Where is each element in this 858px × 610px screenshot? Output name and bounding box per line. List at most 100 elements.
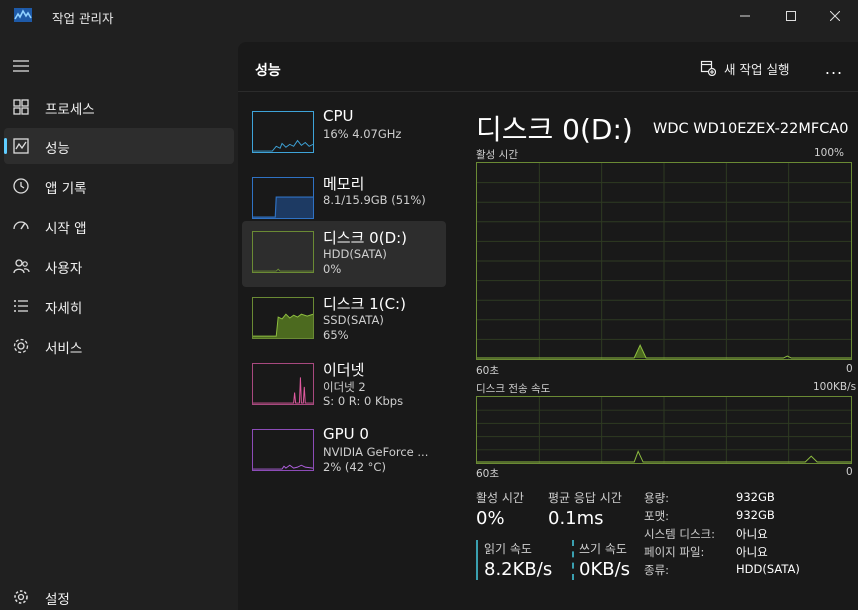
sidebar-item-users[interactable]: 사용자	[4, 248, 234, 284]
device-title: 디스크 0(D:)	[476, 113, 633, 146]
sidebar-item-label: 앱 기록	[45, 181, 87, 197]
device-name: GPU 0	[323, 425, 369, 443]
device-detail: NVIDIA GeForce ...	[323, 445, 429, 459]
graph2-label: 디스크 전송 속도	[476, 383, 551, 395]
settings-gear-icon	[14, 590, 28, 604]
device-throughput: S: 0 R: 0 Kbps	[323, 394, 404, 408]
performance-panel: 성능 새 작업 실행 ... CPU 16% 4.07GHz 메모리 8.1/1…	[238, 42, 858, 610]
property-value: HDD(SATA)	[736, 562, 800, 576]
minimize-icon	[740, 15, 750, 17]
avg-response-label: 평균 응답 시간	[548, 491, 622, 505]
hamburger-menu-icon[interactable]	[12, 58, 30, 74]
device-item-gpu[interactable]: GPU 0 NVIDIA GeForce ... 2% (42 °C)	[242, 419, 446, 485]
gpu-mini-graph	[252, 429, 314, 471]
sidebar-item-processes[interactable]: 프로세스	[4, 89, 234, 125]
property-key: 용량:	[644, 491, 670, 505]
disk-1-mini-graph	[252, 297, 314, 339]
graph2-time-right: 0	[846, 466, 853, 478]
app-history-icon	[13, 178, 29, 194]
maximize-button[interactable]	[768, 0, 814, 32]
device-name: 디스크 1(C:)	[323, 295, 406, 313]
more-icon: ...	[824, 58, 844, 78]
property-value: 932GB	[736, 508, 775, 522]
write-speed-label: 쓰기 속도	[579, 542, 627, 556]
active-indicator	[4, 138, 7, 154]
device-name: CPU	[323, 107, 354, 125]
write-speed-value: 0KB/s	[579, 559, 631, 580]
device-detail: 8.1/15.9GB (51%)	[323, 193, 426, 207]
active-time-label: 활성 시간	[476, 491, 524, 505]
device-item-cpu[interactable]: CPU 16% 4.07GHz	[242, 101, 446, 167]
sidebar-item-label: 서비스	[45, 341, 83, 357]
device-name: 메모리	[323, 175, 365, 193]
memory-mini-graph	[252, 177, 314, 219]
disk-0-mini-graph	[252, 231, 314, 273]
avg-response-value: 0.1ms	[548, 508, 604, 529]
read-speed-label: 읽기 속도	[484, 542, 532, 556]
device-detail: HDD(SATA)	[323, 247, 387, 261]
property-value: 932GB	[736, 490, 775, 504]
sidebar-item-details[interactable]: 자세히	[4, 288, 234, 324]
write-speed-marker	[572, 540, 574, 580]
page-title: 성능	[255, 63, 281, 79]
device-item-disk-0[interactable]: 디스크 0(D:) HDD(SATA) 0%	[242, 221, 446, 287]
device-usage: 65%	[323, 328, 349, 342]
users-icon	[13, 259, 30, 274]
active-time-value: 0%	[476, 508, 505, 529]
processes-icon	[13, 99, 29, 115]
read-speed-value: 8.2KB/s	[484, 559, 553, 580]
property-key: 종류:	[644, 563, 670, 577]
sidebar-item-label: 사용자	[45, 261, 83, 277]
device-model: WDC WD10EZEX-22MFCA0	[653, 121, 849, 137]
sidebar: 프로세스 성능 앱 기록 시작 앱 사용자 자세히 서비스 설정	[0, 32, 238, 610]
close-icon	[830, 11, 840, 21]
sidebar-item-label: 시작 앱	[45, 221, 87, 237]
graph2-time-left: 60초	[476, 468, 500, 480]
window-title: 작업 관리자	[52, 11, 114, 26]
sidebar-item-label: 설정	[45, 592, 70, 608]
details-icon	[14, 300, 28, 312]
sidebar-item-label: 성능	[45, 141, 70, 157]
performance-icon	[13, 138, 29, 154]
property-value: 아니요	[736, 527, 768, 541]
sidebar-item-startup-apps[interactable]: 시작 앱	[4, 208, 234, 244]
device-name: 디스크 0(D:)	[323, 229, 408, 247]
graph1-max: 100%	[814, 147, 845, 159]
startup-apps-icon	[13, 221, 29, 230]
more-options-button[interactable]: ...	[822, 56, 846, 80]
sidebar-item-performance[interactable]: 성능	[4, 128, 234, 164]
graph2-max: 100KB/s	[813, 381, 857, 393]
new-task-icon	[700, 60, 716, 76]
graph1-time-left: 60초	[476, 365, 500, 377]
sidebar-item-label: 프로세스	[45, 102, 95, 118]
run-new-task-label: 새 작업 실행	[724, 61, 790, 77]
device-name: 이더넷	[323, 361, 365, 379]
sidebar-item-label: 자세히	[45, 301, 83, 317]
device-usage: 2% (42 °C)	[323, 460, 386, 474]
close-button[interactable]	[812, 0, 858, 32]
sidebar-item-services[interactable]: 서비스	[4, 328, 234, 364]
property-key: 시스템 디스크:	[644, 527, 716, 541]
ethernet-mini-graph	[252, 363, 314, 405]
page-header: 성능 새 작업 실행 ...	[238, 42, 858, 92]
property-key: 페이지 파일:	[644, 545, 705, 559]
sidebar-item-settings[interactable]: 설정	[4, 579, 234, 610]
graph1-time-right: 0	[846, 363, 853, 375]
minimize-button[interactable]	[722, 0, 768, 32]
title-bar: 작업 관리자	[0, 0, 858, 32]
property-key: 포맷:	[644, 509, 670, 523]
read-speed-marker	[476, 540, 478, 580]
sidebar-item-app-history[interactable]: 앱 기록	[4, 168, 234, 204]
transfer-rate-graph	[476, 396, 852, 464]
device-detail: 16% 4.07GHz	[323, 127, 402, 141]
device-item-disk-1[interactable]: 디스크 1(C:) SSD(SATA) 65%	[242, 287, 446, 353]
task-manager-icon	[14, 8, 32, 22]
graph1-label: 활성 시간	[476, 149, 518, 161]
property-value: 아니요	[736, 545, 768, 559]
active-time-graph	[476, 162, 852, 360]
maximize-icon	[786, 11, 796, 21]
device-detail: 이더넷 2	[323, 380, 366, 394]
run-new-task-button[interactable]: 새 작업 실행	[700, 56, 789, 80]
services-icon	[13, 338, 29, 354]
device-item-ethernet[interactable]: 이더넷 이더넷 2 S: 0 R: 0 Kbps	[242, 353, 446, 419]
